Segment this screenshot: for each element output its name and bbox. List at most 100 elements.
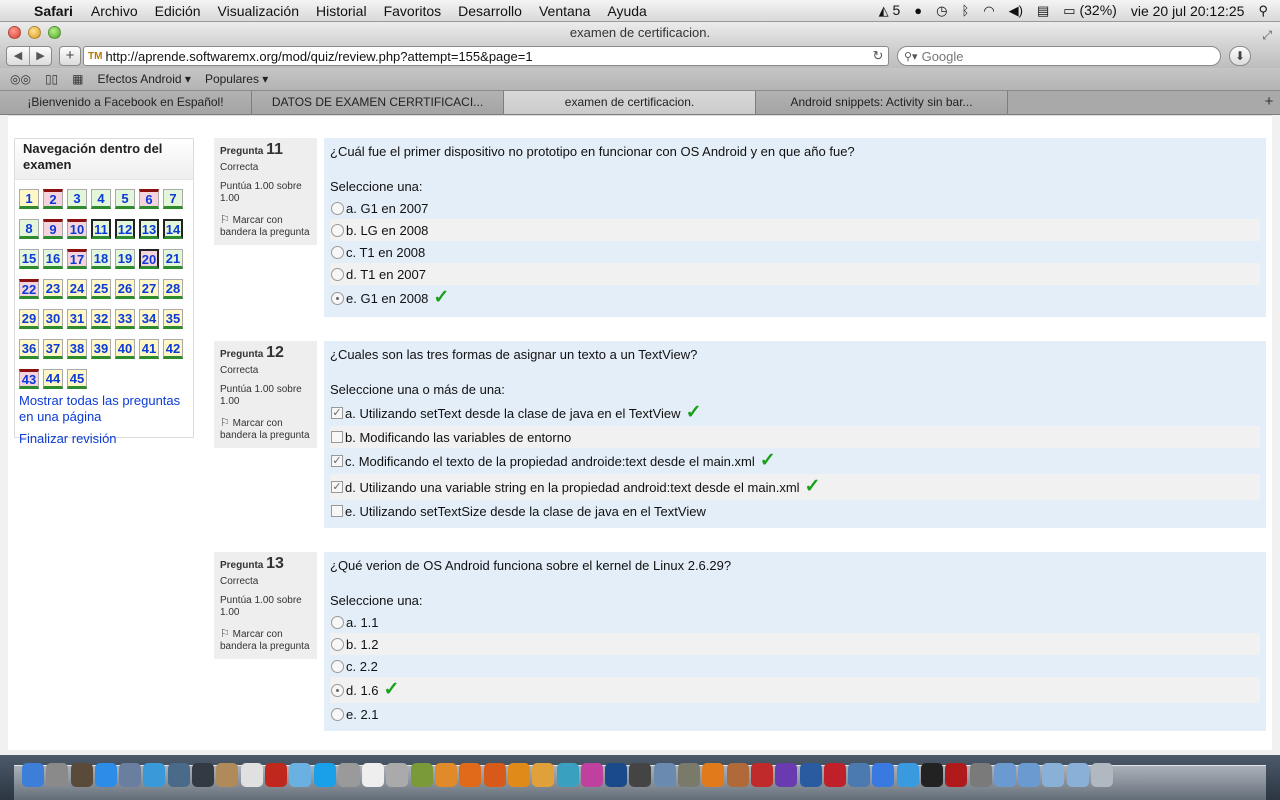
x11-icon[interactable] xyxy=(192,763,215,787)
answer-option[interactable]: c. 2.2 xyxy=(330,655,1260,677)
answer-option[interactable]: a. 1.1 xyxy=(330,611,1260,633)
quiz-nav-button-8[interactable]: 8 xyxy=(19,219,39,239)
quiz-nav-button-37[interactable]: 37 xyxy=(43,339,63,359)
mission-control-icon[interactable] xyxy=(70,763,93,787)
quiz-nav-button-4[interactable]: 4 xyxy=(91,189,111,209)
answer-option[interactable]: e. G1 en 2008 ✓ xyxy=(330,285,1260,311)
angry-birds-icon[interactable] xyxy=(750,763,773,787)
quiz-nav-button-6[interactable]: 6 xyxy=(139,189,159,209)
menu-historial[interactable]: Historial xyxy=(316,3,367,19)
radio-button[interactable] xyxy=(331,707,344,721)
network-utility-icon[interactable] xyxy=(799,763,822,787)
quiz-nav-button-38[interactable]: 38 xyxy=(67,339,87,359)
tools-icon[interactable] xyxy=(678,763,701,787)
minimize-window-button[interactable] xyxy=(28,26,41,39)
downloads-folder-icon[interactable] xyxy=(1018,763,1041,787)
radio-button-selected[interactable] xyxy=(331,683,344,697)
quiz-nav-button-31[interactable]: 31 xyxy=(67,309,87,329)
quiz-nav-button-27[interactable]: 27 xyxy=(139,279,159,299)
flag-question-button[interactable]: ⚐ Marcar con bandera la pregunta xyxy=(220,214,311,239)
volume-icon[interactable]: ◀) xyxy=(1009,3,1023,19)
growl-icon[interactable]: ● xyxy=(914,3,922,18)
photoshop-icon[interactable] xyxy=(605,763,628,787)
quiz-nav-button-25[interactable]: 25 xyxy=(91,279,111,299)
game-app-icon[interactable] xyxy=(726,763,749,787)
quiz-nav-button-3[interactable]: 3 xyxy=(67,189,87,209)
add-bookmark-button[interactable]: + xyxy=(59,46,81,66)
network-icon[interactable] xyxy=(337,763,360,787)
radio-button[interactable] xyxy=(331,615,344,629)
itunes-icon[interactable] xyxy=(872,763,895,787)
quiz-nav-button-15[interactable]: 15 xyxy=(19,249,39,269)
terminal-icon[interactable] xyxy=(920,763,943,787)
answer-option[interactable]: ✓ d. Utilizando una variable string en la… xyxy=(330,474,1260,500)
menu-desarrollo[interactable]: Desarrollo xyxy=(458,3,522,19)
quiz-nav-button-13[interactable]: 13 xyxy=(139,219,159,239)
menu-clock[interactable]: vie 20 jul 20:12:25 xyxy=(1131,3,1245,19)
menu-visualizacion[interactable]: Visualización xyxy=(218,3,299,19)
quiz-nav-button-20[interactable]: 20 xyxy=(139,249,159,269)
quiz-nav-button-34[interactable]: 34 xyxy=(139,309,159,329)
firefox-icon[interactable] xyxy=(459,763,482,787)
checkbox-checked[interactable]: ✓ xyxy=(331,481,343,493)
show-all-questions-link[interactable]: Mostrar todas las preguntas en una págin… xyxy=(19,393,193,425)
finder-icon[interactable] xyxy=(22,763,44,787)
quiz-nav-button-7[interactable]: 7 xyxy=(163,189,183,209)
new-tab-button[interactable]: + xyxy=(1258,91,1280,114)
quiz-nav-button-44[interactable]: 44 xyxy=(43,369,63,389)
radio-button[interactable] xyxy=(331,223,344,237)
address-bar[interactable]: TM http://aprende.softwaremx.org/mod/qui… xyxy=(83,46,889,66)
checkbox-checked[interactable]: ✓ xyxy=(331,455,343,467)
reading-list-icon[interactable]: ◎◎ xyxy=(10,72,31,86)
forward-button[interactable]: ▶ xyxy=(29,47,51,65)
time-machine-icon[interactable]: ◷ xyxy=(936,3,947,19)
bookmark-populares[interactable]: Populares ▾ xyxy=(205,72,268,86)
radio-button[interactable] xyxy=(331,659,344,673)
answer-option[interactable]: b. LG en 2008 xyxy=(330,219,1260,241)
preview-icon[interactable] xyxy=(119,763,142,787)
answer-option[interactable]: d. 1.6 ✓ xyxy=(330,677,1260,703)
downloads-button[interactable]: ⬇ xyxy=(1229,46,1251,66)
quiz-nav-button-24[interactable]: 24 xyxy=(67,279,87,299)
quiz-nav-button-43[interactable]: 43 xyxy=(19,369,39,389)
radio-button[interactable] xyxy=(331,201,344,215)
flower-app-icon[interactable] xyxy=(580,763,603,787)
checkbox-checked[interactable]: ✓ xyxy=(331,407,343,419)
quiz-nav-button-16[interactable]: 16 xyxy=(43,249,63,269)
answer-option[interactable]: b. Modificando las variables de entorno xyxy=(330,426,1260,448)
quiz-nav-button-28[interactable]: 28 xyxy=(163,279,183,299)
quiz-nav-button-22[interactable]: 22 xyxy=(19,279,39,299)
quiz-nav-button-41[interactable]: 41 xyxy=(139,339,159,359)
quiz-nav-button-11[interactable]: 11 xyxy=(91,219,111,239)
answer-option[interactable]: ✓ c. Modificando el texto de la propiedad… xyxy=(330,448,1260,474)
bookmarks-book-icon[interactable]: ▯▯ xyxy=(45,72,58,86)
twitter-icon[interactable] xyxy=(896,763,919,787)
tab-android-snippets[interactable]: Android snippets: Activity sin bar... xyxy=(756,91,1008,114)
battery-status[interactable]: ▭ (32%) xyxy=(1063,2,1117,19)
calendar-icon[interactable] xyxy=(240,763,263,787)
quiz-nav-button-29[interactable]: 29 xyxy=(19,309,39,329)
screen-capture-icon[interactable] xyxy=(167,763,190,787)
top-sites-icon[interactable]: ▦ xyxy=(72,72,83,86)
answer-option[interactable]: d. T1 en 2007 xyxy=(330,263,1260,285)
tab-datos-examen[interactable]: DATOS DE EXAMEN CERRTIFICACI... xyxy=(252,91,504,114)
vlc-icon[interactable] xyxy=(702,763,725,787)
close-window-button[interactable] xyxy=(8,26,21,39)
unity-icon[interactable] xyxy=(629,763,652,787)
radio-button-selected[interactable] xyxy=(331,291,344,305)
red-book-icon[interactable] xyxy=(945,763,968,787)
radio-button[interactable] xyxy=(331,267,344,281)
quiz-nav-button-35[interactable]: 35 xyxy=(163,309,183,329)
checkbox[interactable] xyxy=(331,431,343,443)
finish-review-link[interactable]: Finalizar revisión xyxy=(19,431,193,447)
menu-archivo[interactable]: Archivo xyxy=(91,3,138,19)
checkbox[interactable] xyxy=(331,505,343,517)
menu-ayuda[interactable]: Ayuda xyxy=(607,3,646,19)
menu-ventana[interactable]: Ventana xyxy=(539,3,590,19)
bluetooth-icon[interactable]: ᛒ xyxy=(962,3,970,18)
flag-question-button[interactable]: ⚐ Marcar con bandera la pregunta xyxy=(220,628,311,653)
fullscreen-icon[interactable]: ⤢ xyxy=(1262,24,1272,46)
red-app-icon[interactable] xyxy=(823,763,846,787)
answer-option[interactable]: c. T1 en 2008 xyxy=(330,241,1260,263)
zoom-window-button[interactable] xyxy=(48,26,61,39)
